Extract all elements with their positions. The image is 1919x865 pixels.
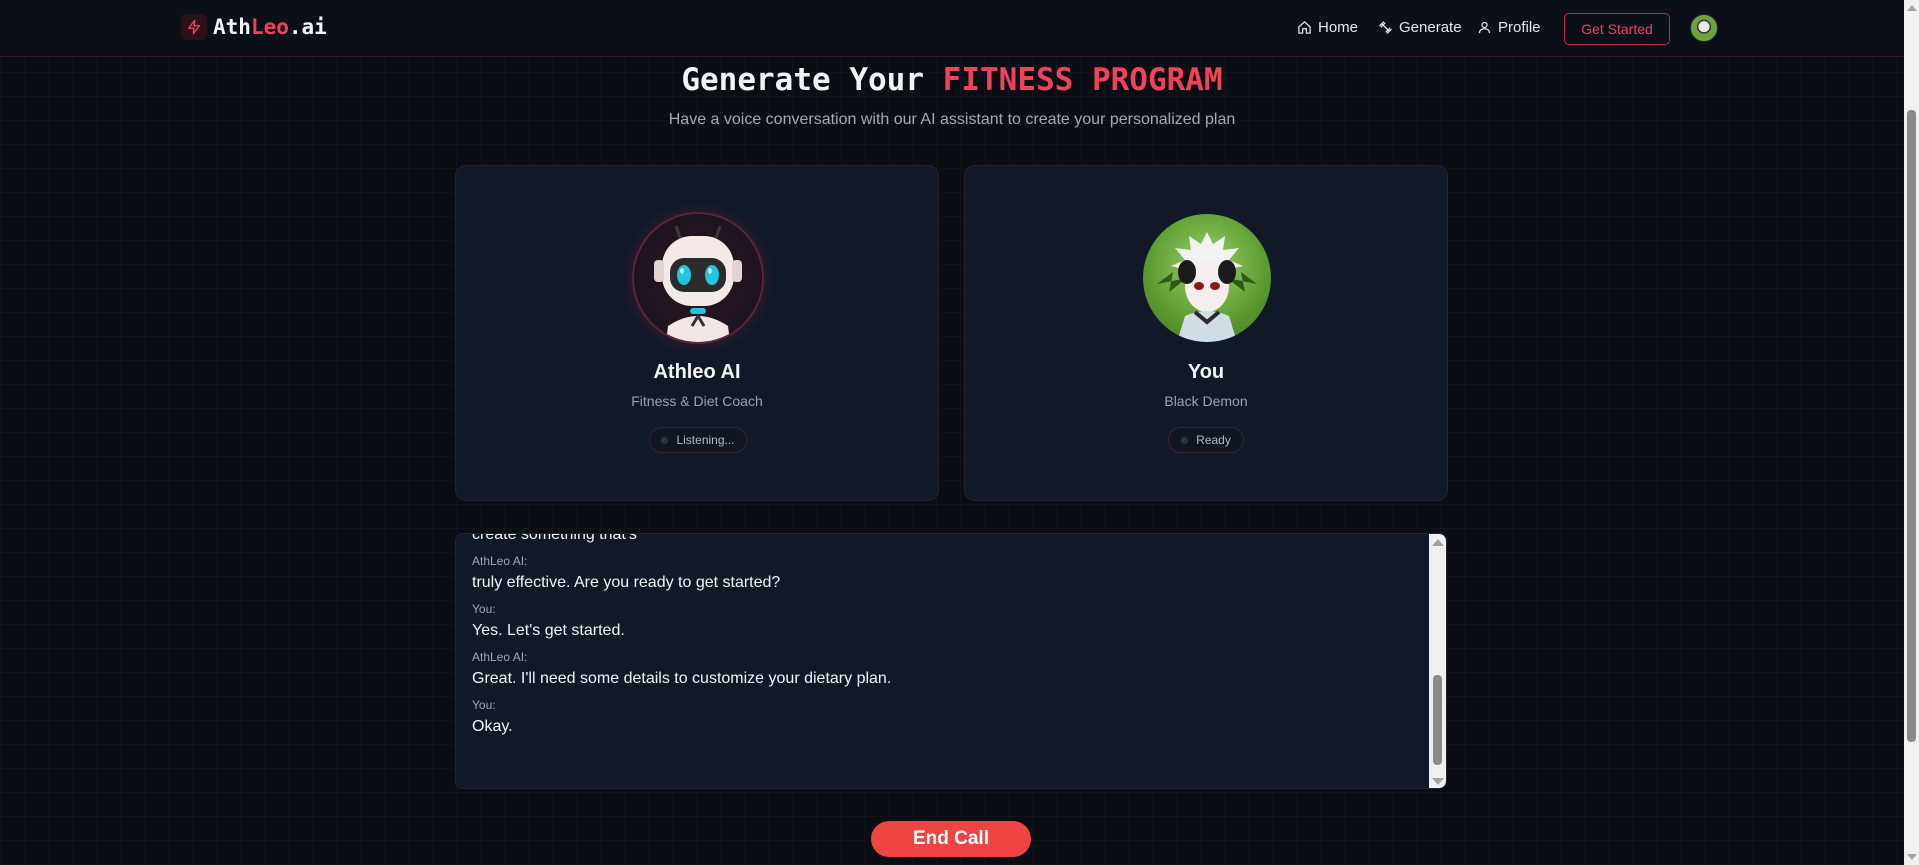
user-icon (1478, 21, 1491, 34)
dumbbell-icon (1379, 21, 1392, 34)
message-text: Yes. Let's get started. (472, 622, 625, 639)
message-speaker: You: (472, 698, 496, 712)
nav-link-home-label: Home (1318, 19, 1359, 36)
message-speaker: AthLeo AI: (472, 554, 528, 568)
navbar: AthLeo.ai Home Generate Profile Get Star… (0, 0, 1904, 57)
status-dot-icon (661, 436, 669, 444)
user-status-badge: Ready (1168, 427, 1244, 453)
page-title-main: Generate Your (681, 62, 924, 98)
user-profile-avatar (1143, 214, 1271, 342)
message-list: create something that's AthLeo AI: truly… (472, 533, 1422, 736)
nav-link-profile[interactable]: Profile (1477, 19, 1541, 36)
logo-accent: Leo (250, 15, 289, 39)
ai-status-label: Listening... (676, 433, 735, 447)
logo-text: AthLeo.ai (213, 15, 327, 39)
message-text: truly effective. Are you ready to get st… (472, 574, 781, 591)
logo-suffix: .ai (288, 15, 327, 39)
scroll-down-arrow-icon[interactable] (1432, 778, 1444, 785)
ai-name: Athleo AI (653, 361, 741, 383)
page-subtitle: Have a voice conversation with our AI as… (668, 111, 1236, 128)
status-dot-icon (1181, 436, 1189, 444)
conversation-transcript[interactable]: create something that's AthLeo AI: truly… (455, 533, 1447, 789)
transcript-scroll-thumb[interactable] (1433, 675, 1442, 765)
user-name: You (1187, 361, 1225, 383)
page-scroll-up-icon[interactable] (1907, 5, 1917, 11)
get-started-button[interactable]: Get Started (1564, 13, 1670, 45)
nav-link-generate-label: Generate (1399, 19, 1462, 36)
partial-message-text: create something that's (472, 533, 637, 543)
user-status-label: Ready (1196, 433, 1231, 447)
scroll-up-arrow-icon[interactable] (1432, 539, 1444, 546)
ai-status-badge: Listening... (649, 427, 747, 453)
page-scroll-thumb[interactable] (1907, 110, 1916, 742)
user-role: Black Demon (1164, 393, 1248, 409)
message-speaker: You: (472, 602, 496, 616)
ai-robot-avatar (634, 214, 762, 342)
message-text: Great. I'll need some details to customi… (472, 670, 892, 687)
user-avatar[interactable] (1690, 14, 1718, 42)
page-title: Generate Your FITNESS PROGRAM (0, 62, 1904, 98)
ai-role: Fitness & Diet Coach (631, 393, 763, 409)
page-scroll-down-icon[interactable] (1907, 854, 1917, 860)
page-title-accent: FITNESS PROGRAM (942, 62, 1223, 98)
nav-link-home[interactable]: Home (1297, 19, 1358, 36)
nav-link-generate[interactable]: Generate (1378, 19, 1462, 36)
home-icon (1298, 21, 1311, 34)
logo-prefix: Ath (213, 15, 251, 39)
message-speaker: AthLeo AI: (472, 650, 528, 664)
message-text: Okay. (472, 718, 513, 735)
end-call-button[interactable]: End Call (871, 821, 1031, 857)
ai-assistant-card: Athleo AI Fitness & Diet Coach Listening… (455, 165, 939, 501)
lightning-bolt-icon (181, 14, 207, 40)
page-scrollbar[interactable] (1904, 0, 1919, 865)
logo[interactable]: AthLeo.ai (181, 14, 327, 40)
user-card: You Black Demon Ready (964, 165, 1448, 501)
transcript-scrollbar[interactable] (1429, 534, 1446, 788)
nav-link-profile-label: Profile (1498, 19, 1541, 36)
page: AthLeo.ai Home Generate Profile Get Star… (0, 0, 1904, 865)
